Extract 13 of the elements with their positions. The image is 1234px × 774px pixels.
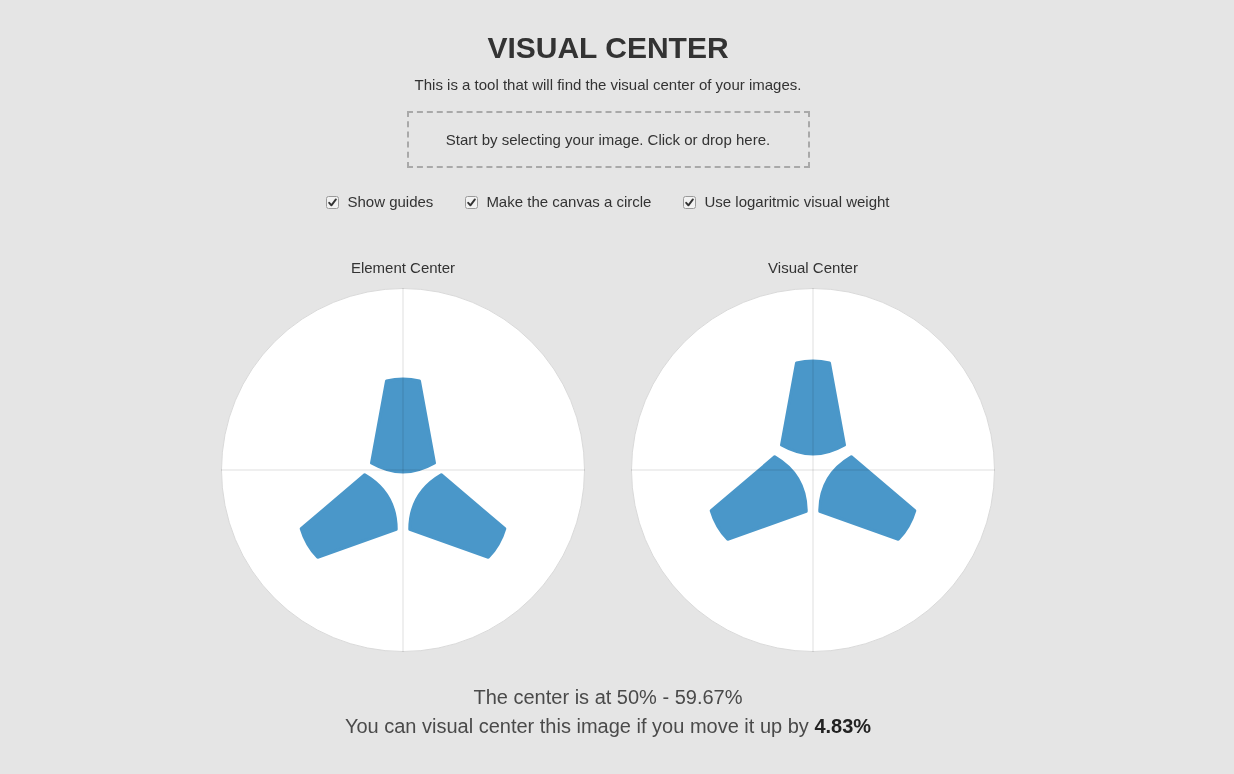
- checkbox[interactable]: [326, 195, 340, 209]
- checkbox-label[interactable]: Use logaritmic visual weight: [704, 192, 890, 212]
- subtitle-text: This is a tool that will find the visual center of your images.: [414, 75, 802, 95]
- center-text: The center is at 50% - 59.67%: [473, 685, 743, 710]
- checkbox-label[interactable]: Show guides: [347, 192, 434, 212]
- preview-title: Visual Center: [768, 258, 858, 278]
- drop-zone[interactable]: Start by selecting your image. Click or drop here.: [406, 111, 810, 168]
- checkbox[interactable]: [465, 195, 479, 209]
- checkbox-label[interactable]: Make the canvas a circle: [486, 192, 652, 212]
- offset-text: You can visual center this image if you move it up by 4.83%: [344, 714, 872, 739]
- page-title: VISUAL CENTER: [487, 30, 729, 66]
- checkbox[interactable]: [683, 195, 697, 209]
- preview-title: Element Center: [350, 258, 456, 278]
